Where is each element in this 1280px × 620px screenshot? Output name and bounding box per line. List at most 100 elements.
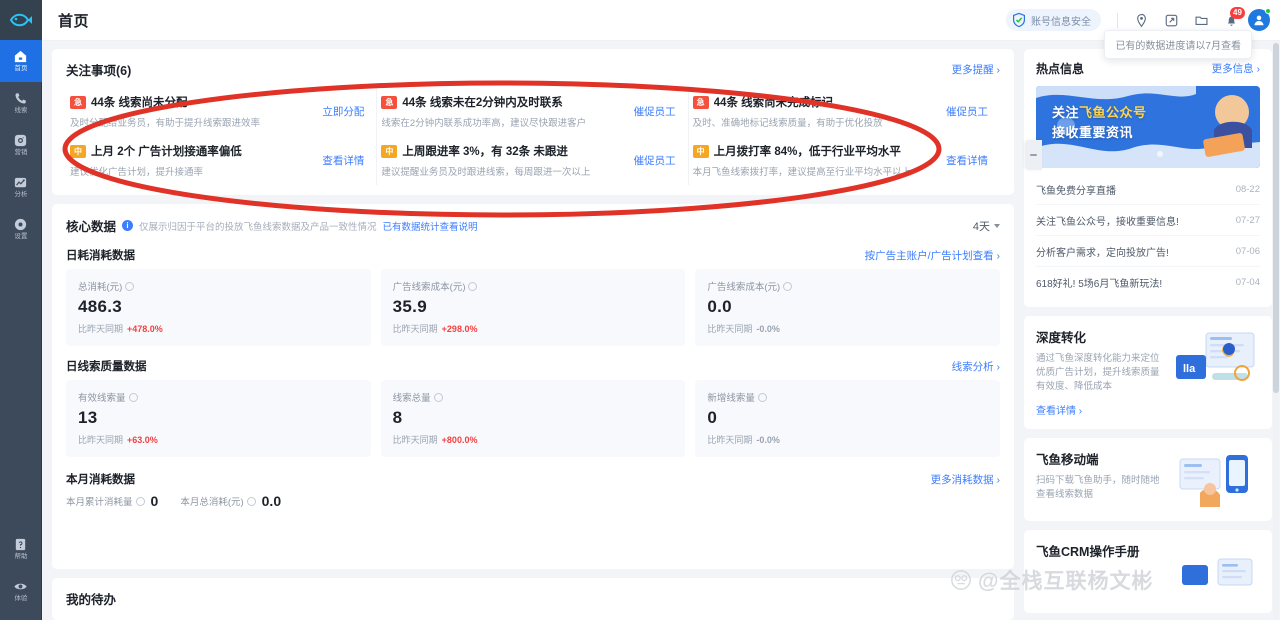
help-circle-icon[interactable] xyxy=(246,496,256,506)
focus-item-body: 急 44条 线索尚未完成标记 及时、准确地标记线索质量，有助于优化投放 xyxy=(692,94,938,129)
focus-item[interactable]: 急 44条 线索尚未完成标记 及时、准确地标记线索质量，有助于优化投放 催促员工 xyxy=(689,87,1000,136)
focus-item[interactable]: 中 上月 2个 广告计划接通率偏低 建议优化广告计划，提升接通率 查看详情 xyxy=(66,136,378,185)
core-data-note-link[interactable]: 已有数据统计查看说明 xyxy=(383,219,478,233)
focus-item[interactable]: 急 44条 线索未在2分钟内及时联系 线索在2分钟内联系成功率高，建议尽快跟进客… xyxy=(377,87,689,136)
month-value-item: 本月累计消耗量 0 xyxy=(66,493,158,509)
focus-item-title: 上月拨打率 84%，低于行业平均水平 xyxy=(713,146,901,158)
focus-item[interactable]: 中 上月拨打率 84%，低于行业平均水平 本月飞鱼线索拨打率，建议提高至行业平均… xyxy=(689,136,1000,185)
news-title: 分析客户需求，定向投放广告! xyxy=(1036,248,1169,259)
focus-item[interactable]: 中 上周跟进率 3%，有 32条 未跟进 建议提醒业务员及时跟进线索，每周跟进一… xyxy=(377,136,689,185)
metric-label: 新增线索量 xyxy=(707,393,755,404)
metric-label: 有效线索量 xyxy=(78,393,126,404)
hot-info-header: 热点信息 更多信息 › xyxy=(1036,60,1260,77)
gear-icon xyxy=(14,218,27,231)
sidebar-item-home[interactable]: 首页 xyxy=(0,40,42,82)
help-circle-icon[interactable] xyxy=(135,496,145,506)
list-item[interactable]: 分析客户需求，定向投放广告! 07-06 xyxy=(1036,236,1260,267)
help-circle-icon[interactable] xyxy=(433,392,443,402)
list-item[interactable]: 618好礼! 5场6月飞鱼新玩法! 07-04 xyxy=(1036,267,1260,297)
banner-line-1: 关注飞鱼公众号 xyxy=(1052,103,1147,123)
user-avatar[interactable] xyxy=(1248,8,1271,31)
sidebar-collapse-handle[interactable] xyxy=(1025,140,1042,170)
lead-quality-link[interactable]: 线索分析 › xyxy=(952,359,1000,374)
my-todo-title: 我的待办 xyxy=(66,593,117,607)
focus-more-link[interactable]: 更多提醒 › xyxy=(952,62,1000,77)
sidebar-item-label-analysis: 分析 xyxy=(14,191,27,198)
right-sidebar: 热点信息 更多信息 › 关注飞鱼公众号 接收重要资讯 飞鱼免费分享直播 08-2… xyxy=(1024,49,1272,620)
promo-text: 飞鱼CRM操作手册 xyxy=(1036,541,1166,560)
promo-link[interactable]: 查看详情 › xyxy=(1036,402,1082,417)
metric-delta: +63.0% xyxy=(127,434,158,445)
sidebar-item-settings[interactable]: 设置 xyxy=(0,208,42,250)
priority-tag: 急 xyxy=(70,95,86,109)
promo-title: 飞鱼CRM操作手册 xyxy=(1036,545,1140,559)
page-scrollbar[interactable] xyxy=(1273,41,1279,620)
help-circle-icon[interactable] xyxy=(125,281,135,291)
date-range-select[interactable]: 4天 xyxy=(973,218,1000,234)
focus-item-headline: 中 上月 2个 广告计划接通率偏低 xyxy=(70,143,314,159)
help-circle-icon[interactable] xyxy=(783,281,793,291)
info-icon[interactable]: i xyxy=(122,220,134,231)
focus-item-desc: 及时分配给业务员，有助于提升线索跟进效率 xyxy=(70,118,261,129)
list-item[interactable]: 关注飞鱼公众号，接收重要信息! 07-27 xyxy=(1036,205,1260,236)
promo-title: 深度转化 xyxy=(1036,331,1087,345)
help-circle-icon[interactable] xyxy=(468,281,478,291)
help-doc-icon xyxy=(15,538,26,551)
svg-text:lla: lla xyxy=(1183,363,1196,375)
news-title: 飞鱼免费分享直播 xyxy=(1036,186,1116,197)
daily-spend-title: 日耗消耗数据 xyxy=(66,250,135,262)
phone-icon xyxy=(15,93,26,104)
my-todo-card: 我的待办 xyxy=(52,578,1014,620)
help-circle-icon[interactable] xyxy=(128,392,138,402)
focus-item-action[interactable]: 催促员工 xyxy=(626,104,676,119)
promo-body: 深度转化 通过飞鱼深度转化能力来定位优质广告计划，提升线索质量有效度、降低成本 … xyxy=(1036,327,1260,419)
metric-value: 8 xyxy=(392,408,403,427)
focus-item-headline: 急 44条 线索尚未分配 xyxy=(70,94,314,110)
focus-item-action[interactable]: 催促员工 xyxy=(938,104,988,119)
collapse-bar-icon xyxy=(1030,154,1037,156)
metric-label-wrap: 线索总量 xyxy=(393,390,674,404)
page-scrollbar-thumb[interactable] xyxy=(1273,43,1279,393)
focus-item-action[interactable]: 立即分配 xyxy=(314,104,364,119)
header-divider xyxy=(1117,12,1118,28)
focus-item-action[interactable]: 查看详情 xyxy=(314,153,364,168)
focus-item[interactable]: 急 44条 线索尚未分配 及时分配给业务员，有助于提升线索跟进效率 立即分配 xyxy=(66,87,378,136)
left-sidebar: 首页 线索 营销 分析 设置 帮助 体验 xyxy=(0,0,42,620)
focus-item-desc: 建议优化广告计划，提升接通率 xyxy=(70,167,204,178)
help-circle-icon[interactable] xyxy=(757,392,767,402)
promo-desc: 通过飞鱼深度转化能力来定位优质广告计划，提升线索质量有效度、降低成本 xyxy=(1036,353,1160,392)
metric-footer: 比昨天同期 +63.0% xyxy=(78,433,359,446)
month-spend-link[interactable]: 更多消耗数据 › xyxy=(931,472,1000,487)
core-data-card: 核心数据 i 仅展示归因于平台的投放飞鱼线索数据及产品一致性情况 已有数据统计查… xyxy=(52,204,1014,569)
sidebar-item-analysis[interactable]: 分析 xyxy=(0,166,42,208)
promo-card-deep-conversion[interactable]: 深度转化 通过飞鱼深度转化能力来定位优质广告计划，提升线索质量有效度、降低成本 … xyxy=(1024,316,1272,429)
sidebar-item-help[interactable]: 帮助 xyxy=(0,528,42,570)
hot-info-more-link[interactable]: 更多信息 › xyxy=(1212,61,1260,76)
metric-card: 线索总量 8 比昨天同期 +800.0% xyxy=(380,380,686,457)
focus-item-action[interactable]: 查看详情 xyxy=(938,153,988,168)
month-value-number: 0.0 xyxy=(261,493,282,509)
feiyu-fish-logo[interactable] xyxy=(0,0,42,40)
metric-card: 总消耗(元) 486.3 比昨天同期 +478.0% xyxy=(66,269,371,346)
metric-label-wrap: 总消耗(元) xyxy=(78,279,359,293)
hot-info-title: 热点信息 xyxy=(1036,62,1085,76)
account-security-pill[interactable]: 账号信息安全 xyxy=(1006,9,1101,31)
list-item[interactable]: 飞鱼免费分享直播 08-22 xyxy=(1036,174,1260,205)
sidebar-item-marketing[interactable]: 营销 xyxy=(0,124,42,166)
promo-card-manual[interactable]: 飞鱼CRM操作手册 xyxy=(1024,530,1272,613)
sidebar-item-preview[interactable]: 体验 xyxy=(0,570,42,612)
date-range-value: 4天 xyxy=(972,220,990,233)
sidebar-item-leads[interactable]: 线索 xyxy=(0,82,42,124)
wechat-promo-banner[interactable]: 关注飞鱼公众号 接收重要资讯 xyxy=(1036,86,1260,168)
sidebar-item-label-leads: 线索 xyxy=(14,107,27,114)
metric-compare-label: 比昨天同期 xyxy=(707,324,753,334)
metric-label-wrap: 新增线索量 xyxy=(707,390,988,404)
focus-item-action[interactable]: 催促员工 xyxy=(626,153,676,168)
metric-label-wrap: 广告线索成本(元) xyxy=(707,279,988,293)
daily-spend-link[interactable]: 按广告主账户/广告计划查看 › xyxy=(865,248,1000,263)
focus-item-body: 急 44条 线索尚未分配 及时分配给业务员，有助于提升线索跟进效率 xyxy=(70,94,314,129)
core-data-note: 仅展示归因于平台的投放飞鱼线索数据及产品一致性情况 xyxy=(139,221,377,233)
month-value-number: 0 xyxy=(150,493,159,509)
promo-text: 深度转化 通过飞鱼深度转化能力来定位优质广告计划，提升线索质量有效度、降低成本 … xyxy=(1036,327,1166,419)
promo-card-mobile[interactable]: 飞鱼移动端 扫码下载飞鱼助手，随时随地查看线索数据 xyxy=(1024,438,1272,521)
